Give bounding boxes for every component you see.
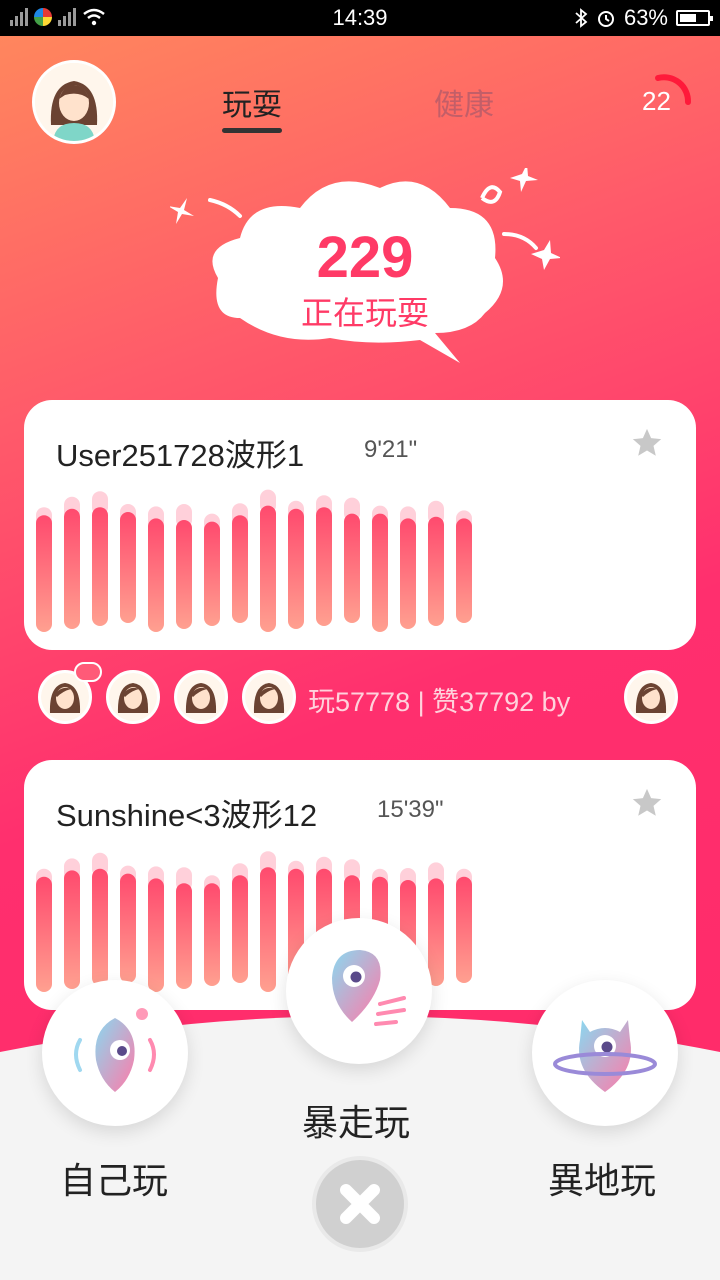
waveform-bar bbox=[456, 876, 472, 983]
waveform-title: Sunshine<3波形12 bbox=[56, 798, 318, 833]
avatar-portrait-icon bbox=[177, 673, 225, 721]
waveform-duration: 9'21" bbox=[364, 436, 418, 463]
waveform-bar bbox=[372, 513, 388, 632]
close-icon bbox=[340, 1184, 380, 1224]
waveform-bar bbox=[260, 505, 276, 632]
countdown-indicator[interactable]: 22 bbox=[632, 72, 692, 124]
rush-play-label[interactable]: 暴走玩 bbox=[302, 1094, 410, 1146]
waveform-duration: 15'39" bbox=[377, 796, 444, 823]
waveform-bar bbox=[92, 868, 108, 986]
tab-health[interactable]: 健康 bbox=[434, 80, 494, 124]
battery-level-fill bbox=[680, 14, 696, 22]
waveform-bar bbox=[204, 883, 220, 986]
waveform-bar bbox=[176, 883, 192, 989]
avatar-portrait-icon bbox=[109, 673, 157, 721]
waveform-bar bbox=[204, 521, 220, 626]
playing-label: 正在玩耍 bbox=[300, 294, 429, 332]
tab-play[interactable]: 玩耍 bbox=[222, 80, 282, 133]
waveform-bar bbox=[456, 518, 472, 623]
user-avatar[interactable] bbox=[32, 60, 116, 144]
tab-active-underline bbox=[222, 128, 282, 133]
avatar-portrait-icon bbox=[627, 673, 675, 721]
live-badge-icon bbox=[74, 662, 102, 682]
waveform-bar bbox=[344, 513, 360, 623]
battery-percent: 63% bbox=[623, 5, 668, 30]
self-play-icon bbox=[74, 1008, 156, 1092]
favorite-star-icon[interactable] bbox=[630, 786, 664, 820]
card-stats-row: 玩57778 | 赞37792 by bbox=[38, 662, 688, 728]
waveform-bar bbox=[148, 878, 164, 992]
waveform-bars bbox=[36, 489, 472, 632]
waveform-bar bbox=[64, 508, 80, 629]
waveform-bar bbox=[120, 873, 136, 983]
player-avatar[interactable] bbox=[242, 670, 296, 724]
waveform-bar bbox=[260, 867, 276, 992]
playing-count: 229 bbox=[316, 225, 414, 290]
waveform-bar bbox=[428, 516, 444, 626]
tab-play-label: 玩耍 bbox=[222, 88, 282, 123]
waveform-bar bbox=[232, 515, 248, 623]
waveform-bar bbox=[232, 875, 248, 983]
author-avatar[interactable] bbox=[624, 670, 678, 724]
self-play-label[interactable]: 自己玩 bbox=[60, 1152, 168, 1204]
counter-value: 22 bbox=[642, 86, 671, 116]
rush-play-icon bbox=[332, 950, 406, 1026]
remote-play-button[interactable] bbox=[532, 980, 678, 1126]
waveform-bar bbox=[288, 508, 304, 629]
waveform-bar bbox=[148, 518, 164, 632]
player-avatar[interactable] bbox=[174, 670, 228, 724]
waveform-bar bbox=[36, 876, 52, 992]
waveform-title: User251728波形1 bbox=[56, 438, 305, 473]
waveform-bar bbox=[120, 512, 136, 623]
remote-play-icon bbox=[553, 1020, 657, 1092]
tab-health-label: 健康 bbox=[434, 88, 494, 123]
avatar-portrait-icon bbox=[245, 673, 293, 721]
avatar-portrait-icon bbox=[35, 63, 113, 141]
waveform-bar bbox=[176, 520, 192, 629]
battery-icon bbox=[676, 10, 713, 26]
bluetooth-icon bbox=[575, 8, 588, 28]
play-like-stats: 玩57778 | 赞37792 by bbox=[308, 687, 571, 717]
status-bar: 14:39 63% bbox=[0, 0, 720, 36]
remote-play-label[interactable]: 異地玩 bbox=[548, 1152, 656, 1204]
favorite-star-icon[interactable] bbox=[630, 426, 664, 460]
self-play-button[interactable] bbox=[42, 980, 188, 1126]
waveform-bar bbox=[400, 518, 416, 629]
waveform-bar bbox=[36, 515, 52, 632]
waveform-card[interactable]: User251728波形1 9'21" bbox=[24, 400, 696, 650]
close-button[interactable] bbox=[312, 1156, 408, 1252]
waveform-bar bbox=[64, 870, 80, 989]
waveform-bar bbox=[316, 507, 332, 626]
waveform-bar bbox=[92, 507, 108, 626]
playing-now-cloud: 229 正在玩耍 bbox=[168, 164, 562, 368]
rush-play-button[interactable] bbox=[286, 918, 432, 1064]
player-avatar[interactable] bbox=[106, 670, 160, 724]
alarm-icon bbox=[597, 11, 614, 27]
